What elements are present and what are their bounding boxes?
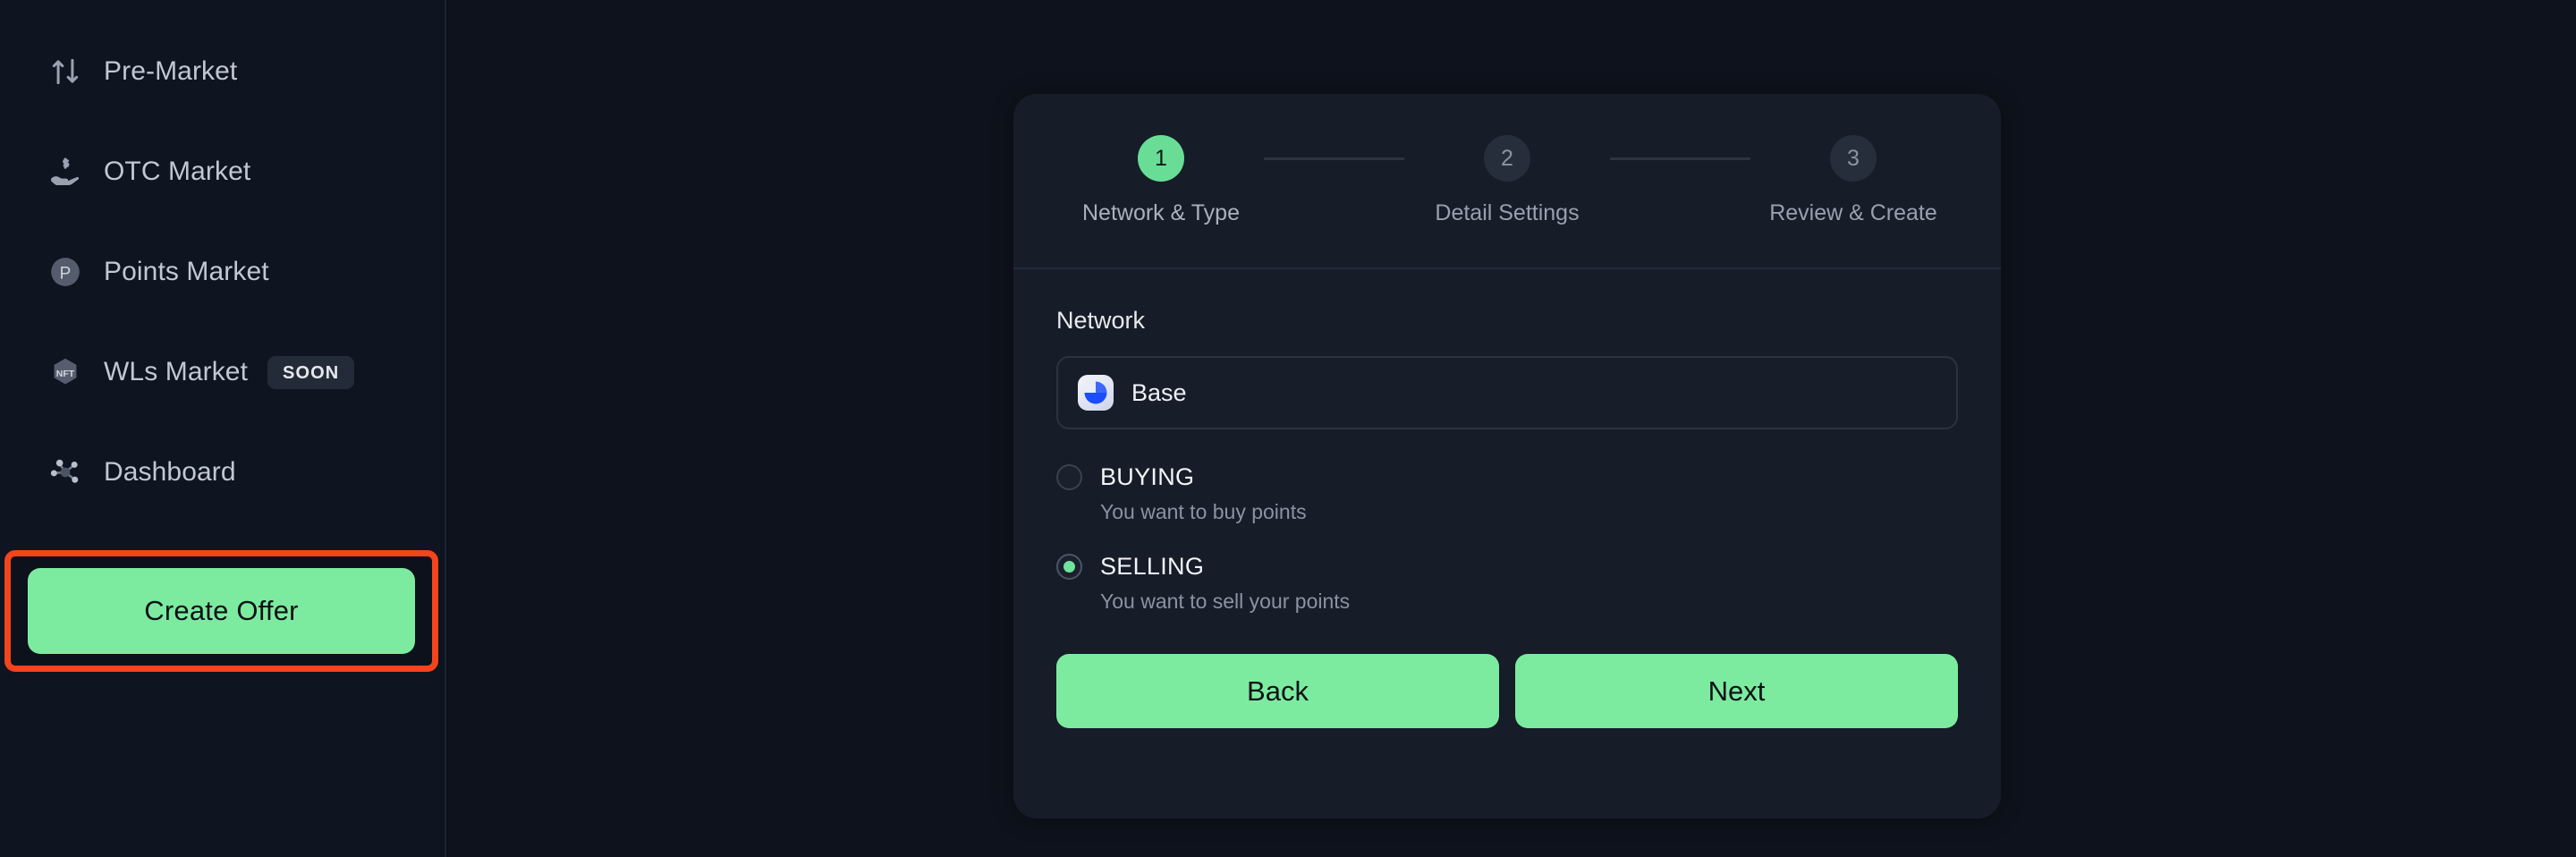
create-offer-button[interactable]: Create Offer [28,568,415,654]
swap-arrows-icon [47,53,84,90]
card-body: Network Base BUYING You want to buy poin… [1013,269,2001,728]
svg-text:NFT: NFT [56,369,75,379]
step-connector-line [1264,157,1404,160]
step-connector-line [1610,157,1750,160]
option-description: You want to sell your points [1100,590,1351,613]
step-number: 2 [1484,135,1530,182]
network-nodes-icon [47,454,84,491]
network-label: Network [1056,307,1146,334]
hand-dollar-icon [47,153,84,191]
option-title: SELLING [1100,553,1205,580]
create-offer-card: 1 Network & Type 2 Detail Settings 3 Rev… [1013,94,2001,819]
sidebar-item-points-market[interactable]: P Points Market [0,245,445,299]
option-title: BUYING [1100,463,1195,490]
create-offer-highlight: Create Offer [4,550,438,672]
card-actions: Back Next [1056,654,1958,728]
radio-selling[interactable] [1056,554,1082,580]
sidebar: Pre-Market OTC Market P Points Market NF… [0,0,446,857]
network-select[interactable]: Base [1056,356,1958,429]
soon-badge: SOON [267,355,355,389]
sidebar-item-label: Points Market [104,257,269,286]
offer-type-options: BUYING You want to buy points SELLING Yo… [1056,463,1958,614]
step-label: Review & Create [1769,200,1937,225]
step-review-and-create[interactable]: 3 Review & Create [1750,135,1956,226]
sidebar-item-dashboard[interactable]: Dashboard [0,445,445,499]
stepper: 1 Network & Type 2 Detail Settings 3 Rev… [1013,94,2001,269]
sidebar-item-label: Dashboard [104,457,236,487]
step-network-and-type[interactable]: 1 Network & Type [1058,135,1264,226]
next-button[interactable]: Next [1515,654,1958,728]
radio-buying[interactable] [1056,464,1082,490]
offer-type-option-buying[interactable]: BUYING You want to buy points [1056,463,1958,524]
sidebar-item-wls-market[interactable]: NFT WLs Market SOON [0,345,445,399]
step-number: 3 [1830,135,1877,182]
back-button[interactable]: Back [1056,654,1499,728]
svg-text:P: P [60,264,72,283]
offer-type-option-selling[interactable]: SELLING You want to sell your points [1056,553,1958,614]
network-selected-value: Base [1131,378,1187,406]
app-root: Pre-Market OTC Market P Points Market NF… [0,0,2576,857]
step-label: Detail Settings [1435,200,1580,225]
nft-hexagon-icon: NFT [47,353,84,391]
sidebar-item-label: WLs Market [104,357,249,386]
sidebar-item-otc-market[interactable]: OTC Market [0,145,445,199]
option-description: You want to buy points [1100,500,1307,523]
sidebar-item-pre-market[interactable]: Pre-Market [0,45,445,98]
sidebar-item-label: Pre-Market [104,56,238,86]
step-label: Network & Type [1081,200,1240,225]
base-network-logo [1078,375,1114,411]
step-number: 1 [1138,135,1184,182]
step-detail-settings[interactable]: 2 Detail Settings [1404,135,1610,226]
main-content: 1 Network & Type 2 Detail Settings 3 Rev… [446,0,2576,857]
sidebar-item-label: OTC Market [104,157,251,186]
points-p-icon: P [47,253,84,291]
